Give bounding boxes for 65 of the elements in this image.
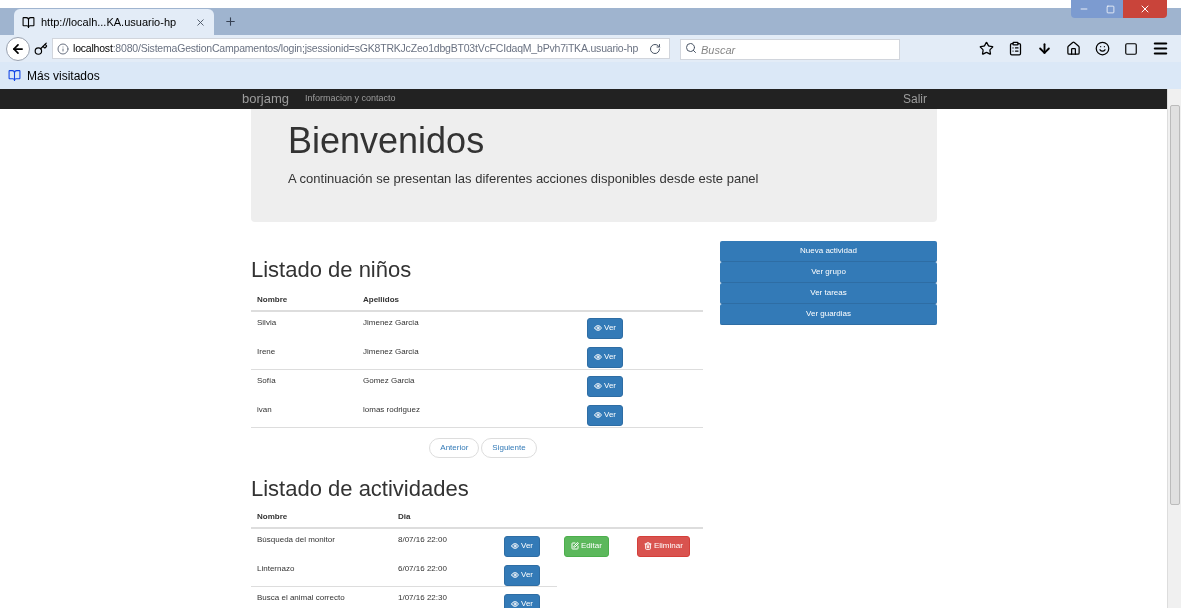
menu-icon[interactable]: [1152, 40, 1169, 57]
new-tab-icon: [224, 15, 237, 28]
table-cell-text: 8/07/16 22:00: [398, 533, 448, 546]
bookmark-item[interactable]: Más visitados: [27, 66, 100, 85]
table-cell-text: Linternazo: [257, 562, 296, 575]
column-header: Dia: [398, 510, 411, 523]
eye-icon: [594, 411, 602, 419]
table-cell-text: Gomez Garcia: [363, 374, 416, 387]
brand-link[interactable]: borjamg: [242, 89, 289, 109]
download-icon[interactable]: [1037, 41, 1052, 56]
key-icon: [34, 41, 48, 56]
back-button[interactable]: [6, 36, 30, 61]
eye-icon: [594, 353, 602, 361]
section-heading: Listado de actividades: [251, 474, 470, 503]
logout-link[interactable]: Salir: [903, 89, 927, 108]
eye-icon: [511, 542, 519, 550]
action-button[interactable]: Nueva actividad: [720, 240, 937, 262]
action-button[interactable]: Ver guardias: [720, 303, 937, 325]
view-button[interactable]: Ver: [504, 535, 540, 557]
table-cell-text: Sofía: [257, 374, 277, 387]
star-icon[interactable]: [979, 41, 994, 56]
page-title: Bienvenidos: [288, 118, 486, 163]
eye-icon: [594, 382, 602, 390]
eye-icon: [511, 571, 519, 579]
browser-tab[interactable]: http://localh...KA.usuario-hp: [14, 9, 214, 35]
trash-icon: [643, 542, 652, 550]
smiley-icon[interactable]: [1095, 41, 1110, 56]
table-cell-text: Irene: [257, 345, 277, 358]
search-field[interactable]: Buscar: [680, 39, 900, 60]
view-button[interactable]: Ver: [587, 404, 623, 426]
close-icon: [195, 16, 206, 28]
table-cell-text: lomas rodriguez: [363, 403, 421, 416]
delete-button[interactable]: Eliminar: [636, 535, 690, 557]
table-cell-text: 1/07/16 22:30: [398, 591, 448, 604]
action-button[interactable]: Ver tareas: [720, 282, 937, 304]
view-button[interactable]: Ver: [587, 375, 623, 397]
view-button[interactable]: Ver: [587, 346, 623, 368]
edit-button[interactable]: Editar: [564, 535, 609, 557]
view-button[interactable]: Ver: [504, 593, 540, 608]
search-icon: [685, 41, 697, 54]
table-cell-text: Jimenez Garcia: [363, 316, 420, 329]
section-heading: Listado de niños: [251, 255, 413, 284]
column-header: Nombre: [257, 293, 289, 306]
maximize-icon: [1105, 4, 1115, 14]
close-icon: [1139, 3, 1151, 15]
bookmark-folder-icon: [8, 69, 21, 82]
table-cell-text: Búsqueda del monitor: [257, 533, 336, 546]
nav-link[interactable]: Informacion y contacto: [304, 92, 396, 106]
table-cell-text: 6/07/16 22:00: [398, 562, 448, 575]
action-button[interactable]: Ver grupo: [720, 261, 937, 283]
back-arrow-icon: [11, 41, 25, 56]
pen-square-icon: [571, 542, 579, 550]
table-cell-text: Silvia: [257, 316, 278, 329]
clipboard-icon[interactable]: [1008, 41, 1023, 56]
table-cell-text: ivan: [257, 403, 273, 416]
table-cell-text: Jimenez Garcia: [363, 345, 420, 358]
home-icon[interactable]: [1066, 41, 1081, 56]
intro-text: A continuación se presentan las diferentes acciones disponibles desde este panel: [288, 169, 760, 188]
column-header: Nombre: [257, 510, 289, 523]
view-button[interactable]: Ver: [504, 564, 540, 586]
view-button[interactable]: Ver: [587, 317, 623, 339]
table-cell-text: Busca el animal correcto: [257, 591, 346, 604]
column-header: Apellidos: [363, 293, 399, 306]
eye-icon: [511, 600, 519, 608]
eye-icon: [594, 324, 602, 332]
